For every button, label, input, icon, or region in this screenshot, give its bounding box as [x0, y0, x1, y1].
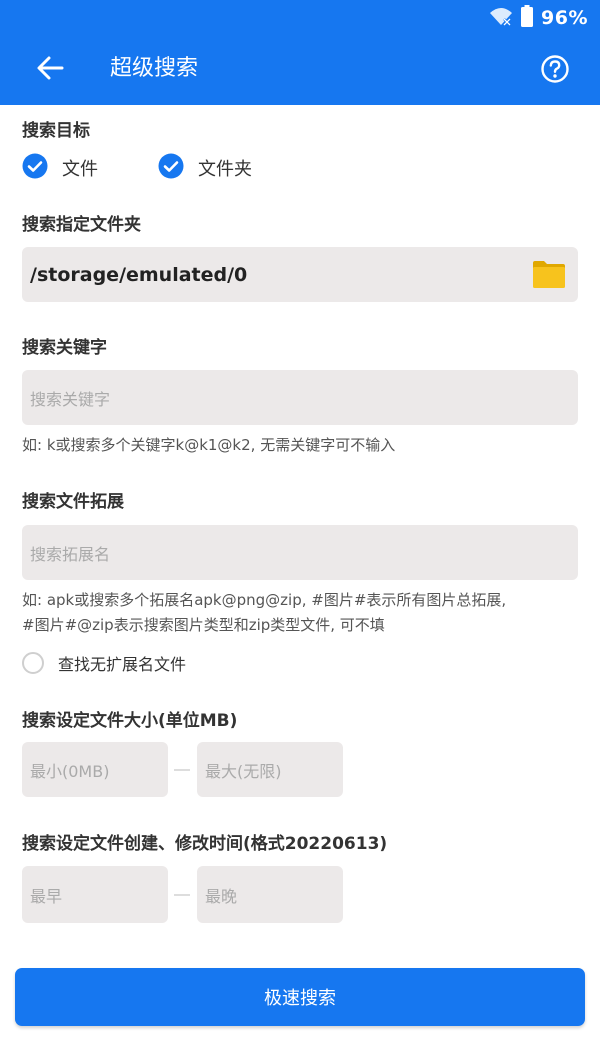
- status-bar: 96%: [0, 0, 600, 34]
- keyword-input[interactable]: 搜索关键字: [22, 370, 578, 425]
- extension-hint-line2: #图片#@zip表示搜索图片类型和zip类型文件, 可不填: [22, 616, 385, 634]
- fast-search-button-label: 极速搜索: [264, 988, 336, 1009]
- checkbox-no-extension-label: 查找无扩展名文件: [58, 655, 187, 674]
- keyword-hint: 如: k或搜索多个关键字k@k1@k2, 无需关键字可不输入: [22, 436, 396, 454]
- checkbox-folder[interactable]: 文件夹: [158, 153, 252, 183]
- folder-label: 搜索指定文件夹: [22, 215, 141, 235]
- extension-label: 搜索文件拓展: [22, 492, 124, 512]
- arrow-left-icon: [36, 55, 64, 85]
- checkbox-folder-label: 文件夹: [198, 159, 252, 180]
- folder-path-value: /storage/emulated/0: [30, 263, 248, 286]
- size-min-input[interactable]: 最小(0MB): [22, 742, 168, 797]
- keyword-label: 搜索关键字: [22, 338, 107, 358]
- time-earliest-input[interactable]: 最早: [22, 866, 168, 923]
- time-latest-placeholder: 最晚: [205, 886, 238, 906]
- folder-path-field[interactable]: /storage/emulated/0: [22, 247, 578, 302]
- checkbox-no-extension[interactable]: 查找无扩展名文件: [22, 651, 186, 675]
- fast-search-button[interactable]: 极速搜索: [15, 968, 585, 1026]
- range-dash: [174, 894, 190, 896]
- extension-hint-line1: 如: apk或搜索多个拓展名apk@png@zip, #图片#表示所有图片总拓展…: [22, 591, 507, 609]
- extension-placeholder: 搜索拓展名: [30, 544, 111, 564]
- range-dash: [174, 769, 190, 771]
- check-circle-icon: [158, 153, 184, 183]
- time-latest-input[interactable]: 最晚: [197, 866, 343, 923]
- back-button[interactable]: [30, 52, 70, 88]
- radio-unchecked-icon: [22, 652, 44, 674]
- battery-percent: 96%: [541, 7, 588, 29]
- keyword-placeholder: 搜索关键字: [30, 389, 111, 409]
- battery-icon: [521, 5, 534, 31]
- time-label: 搜索设定文件创建、修改时间(格式20220613): [22, 834, 388, 854]
- checkbox-file[interactable]: 文件: [22, 153, 98, 183]
- check-circle-icon: [22, 153, 48, 183]
- size-min-placeholder: 最小(0MB): [30, 761, 110, 781]
- folder-icon[interactable]: [532, 259, 566, 293]
- help-icon: [540, 54, 570, 88]
- page-title: 超级搜索: [110, 56, 199, 81]
- time-earliest-placeholder: 最早: [30, 886, 63, 906]
- size-max-placeholder: 最大(无限): [205, 761, 282, 781]
- size-label: 搜索设定文件大小(单位MB): [22, 711, 238, 731]
- size-max-input[interactable]: 最大(无限): [197, 742, 343, 797]
- wifi-icon: [489, 5, 513, 31]
- checkbox-file-label: 文件: [62, 159, 98, 180]
- status-icons: 96%: [489, 5, 588, 31]
- target-label: 搜索目标: [22, 121, 90, 141]
- app-bar: 超级搜索: [0, 34, 600, 105]
- extension-input[interactable]: 搜索拓展名: [22, 525, 578, 580]
- help-button[interactable]: [536, 52, 574, 90]
